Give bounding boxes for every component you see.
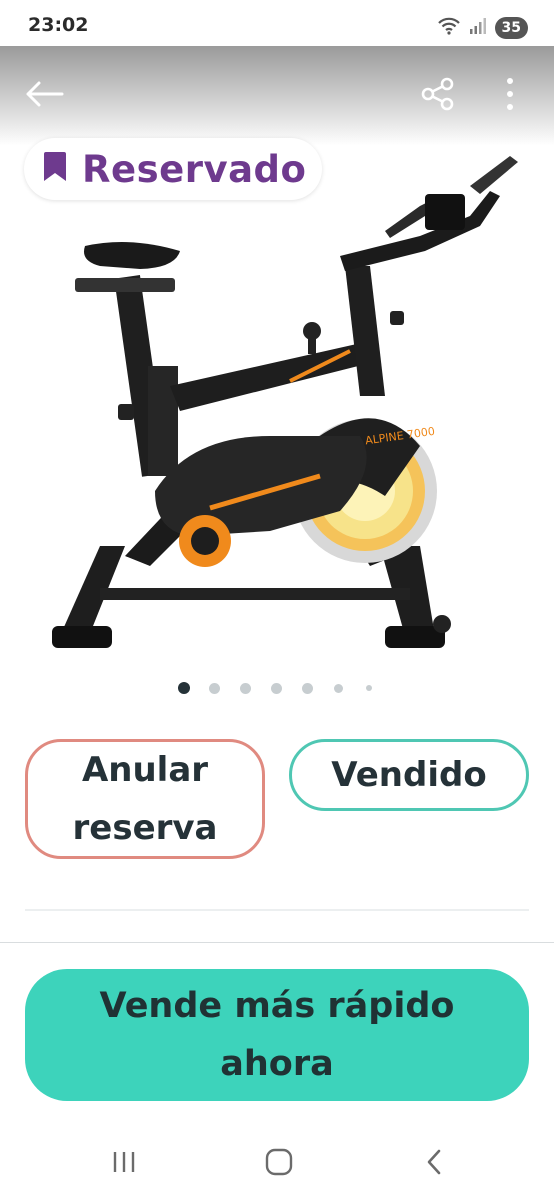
battery-indicator: 35 [494,17,528,39]
sell-faster-button[interactable]: Vende más rápido ahora [25,969,529,1101]
chevron-left-icon [425,1148,443,1180]
pager-dot[interactable] [271,683,282,694]
back-button[interactable] [20,72,68,120]
status-time: 23:02 [28,14,89,36]
home-button[interactable] [249,1142,309,1186]
signal-icon [469,17,487,39]
status-icons: 35 [437,16,528,40]
reserved-label: Reservado [82,147,307,191]
share-icon [420,76,456,116]
more-vertical-icon [505,77,515,115]
pager-dot[interactable] [366,685,372,691]
recent-apps-icon [111,1150,137,1178]
pager-dot[interactable] [302,683,313,694]
pager-dot[interactable] [334,684,343,693]
bookmark-icon [42,151,68,187]
reserved-badge: Reservado [24,138,323,200]
exercise-bike-image: TRAINER ALPINE 7000 [52,156,518,648]
cancel-reservation-button[interactable]: Anular reserva [25,739,265,859]
pager-dot[interactable] [209,683,220,694]
share-button[interactable] [414,72,462,120]
product-image-carousel[interactable]: TRAINER ALPINE 7000 Reservado [0,46,554,666]
wifi-icon [437,16,461,40]
arrow-left-icon [24,80,64,112]
home-icon [265,1148,293,1180]
image-pager [0,682,554,696]
system-back-button[interactable] [404,1142,464,1186]
recent-apps-button[interactable] [94,1142,154,1186]
image-top-gradient [0,46,554,146]
bottom-bar-divider [0,942,554,943]
mark-sold-button[interactable]: Vendido [289,739,529,811]
divider [25,909,529,911]
more-options-button[interactable] [486,72,534,120]
system-nav-bar [0,1128,554,1200]
pager-dot[interactable] [240,683,251,694]
pager-dot-active[interactable] [178,682,190,694]
